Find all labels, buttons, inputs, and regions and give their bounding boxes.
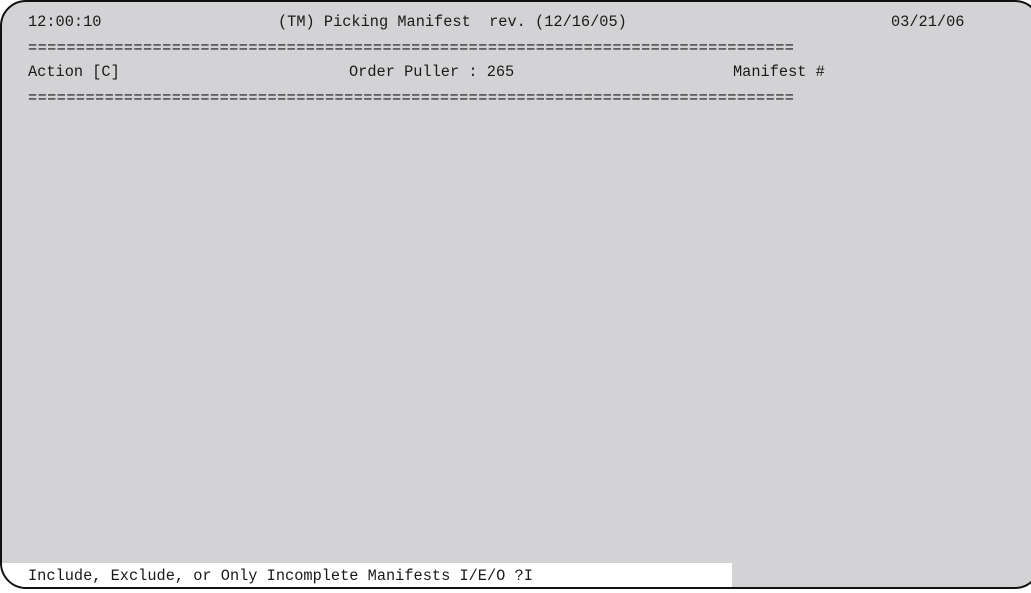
terminal-screen: 12:00:10 (TM) Picking Manifest rev. (12/… [0, 0, 1031, 589]
manifest-number-field[interactable]: Manifest # [733, 63, 825, 81]
separator-rule-bottom: ========================================… [28, 89, 795, 107]
manifest-filter-prompt[interactable]: Include, Exclude, or Only Incomplete Man… [28, 567, 533, 585]
terminal-text-area: 12:00:10 (TM) Picking Manifest rev. (12/… [2, 2, 1031, 587]
action-field[interactable]: Action [C] [28, 63, 120, 81]
separator-rule-top: ========================================… [28, 39, 795, 57]
header-time: 12:00:10 [28, 13, 102, 31]
page-title: (TM) Picking Manifest rev. (12/16/05) [278, 13, 627, 31]
header-date: 03/21/06 [891, 13, 965, 31]
order-puller-field[interactable]: Order Puller : 265 [349, 63, 514, 81]
